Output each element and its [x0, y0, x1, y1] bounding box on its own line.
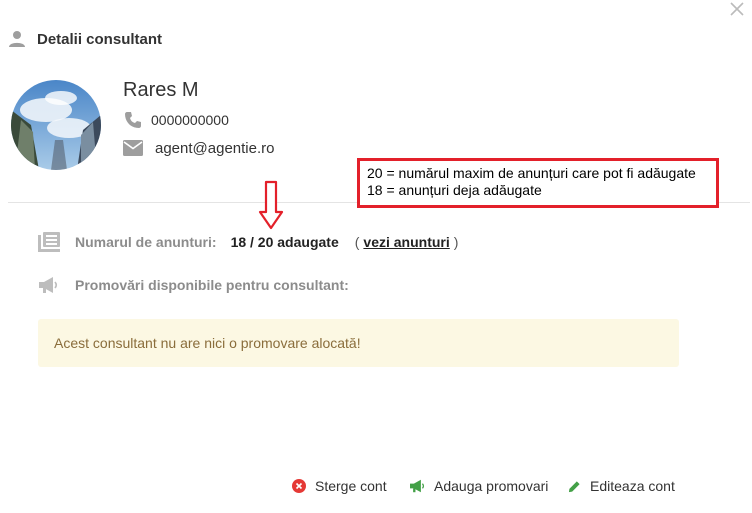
- phone-row: 0000000000: [123, 110, 229, 130]
- annotation-line-2: 18 = anunțuri deja adăugate: [367, 182, 542, 198]
- edit-account-button[interactable]: Editeaza cont: [568, 476, 675, 496]
- mail-icon: [123, 140, 143, 156]
- avatar: [11, 80, 101, 170]
- list-icon: [38, 232, 60, 252]
- paren-open: (: [354, 234, 360, 250]
- pencil-icon: [568, 480, 580, 492]
- person-icon: [9, 31, 25, 47]
- edit-account-label: Editeaza cont: [590, 478, 675, 494]
- annotation-line-1: 20 = numărul maxim de anunțuri care pot …: [367, 165, 696, 181]
- phone-icon: [125, 112, 141, 128]
- listings-count: 18 / 20 adaugate: [230, 234, 339, 250]
- paren-close: ): [453, 234, 459, 250]
- close-button[interactable]: [728, 0, 746, 18]
- no-promotions-alert: Acest consultant nu are nici o promovare…: [38, 319, 679, 367]
- megaphone-icon: [410, 479, 425, 493]
- email-address: agent@agentie.ro: [155, 139, 275, 157]
- add-promotions-label: Adauga promovari: [434, 478, 549, 494]
- email-row: agent@agentie.ro: [123, 138, 274, 158]
- phone-number: 0000000000: [151, 112, 229, 128]
- modal-title: Detalii consultant: [37, 30, 163, 48]
- promotions-row: Promovări disponibile pentru consultant:: [38, 274, 349, 296]
- add-promotions-button[interactable]: Adauga promovari: [409, 476, 548, 496]
- arrow-down-icon: [258, 180, 284, 230]
- close-icon: [730, 2, 744, 16]
- listings-row: Numarul de anunturi: 18 / 20 adaugate ( …: [38, 231, 458, 253]
- consultant-name: Rares M: [123, 79, 199, 101]
- view-listings-link[interactable]: vezi anunturi: [363, 234, 449, 250]
- listings-label: Numarul de anunturi:: [75, 234, 217, 250]
- delete-account-label: Sterge cont: [315, 478, 387, 494]
- modal-header: Detalii consultant: [8, 28, 162, 50]
- promotions-label: Promovări disponibile pentru consultant:: [75, 277, 349, 293]
- megaphone-icon: [39, 277, 58, 293]
- delete-icon: [292, 479, 306, 493]
- annotation-box: 20 = numărul maxim de anunțuri care pot …: [357, 158, 719, 208]
- delete-account-button[interactable]: Sterge cont: [292, 476, 387, 496]
